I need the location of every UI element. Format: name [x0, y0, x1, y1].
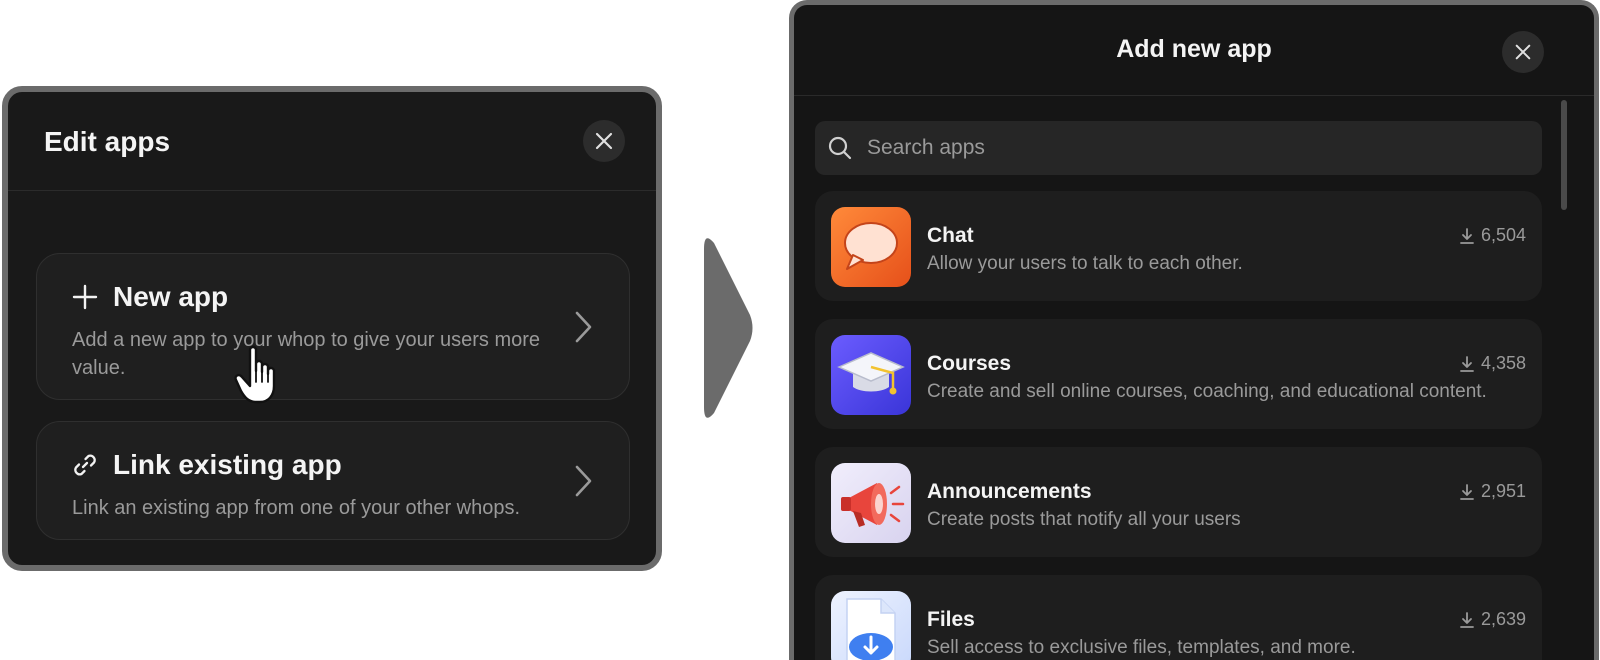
add-new-app-close-button[interactable]: [1502, 31, 1544, 73]
app-description: Create posts that notify all your users: [927, 509, 1241, 530]
plus-icon: [71, 283, 99, 311]
chevron-right-icon: [575, 311, 592, 342]
chat-bubble-icon: [831, 207, 911, 287]
download-count: 6,504: [1460, 225, 1526, 246]
link-app-title: Link existing app: [113, 449, 342, 480]
graduation-cap-icon: [831, 335, 911, 415]
edit-apps-header: Edit apps: [8, 92, 656, 191]
download-count: 2,639: [1460, 609, 1526, 630]
app-name: Courses: [927, 352, 1012, 375]
app-description: Allow your users to talk to each other.: [927, 253, 1243, 274]
search-box[interactable]: [815, 121, 1542, 175]
edit-apps-close-button[interactable]: [583, 120, 625, 162]
app-description: Sell access to exclusive files, template…: [927, 637, 1356, 658]
app-description: Create and sell online courses, coaching…: [927, 381, 1487, 402]
app-card-chat[interactable]: Chat Allow your users to talk to each ot…: [815, 191, 1542, 301]
megaphone-icon: [831, 463, 911, 543]
download-count: 2,951: [1460, 481, 1526, 502]
download-count: 4,358: [1460, 353, 1526, 374]
close-icon: [1515, 44, 1531, 60]
app-card-announcements[interactable]: Announcements Create posts that notify a…: [815, 447, 1542, 557]
download-icon: [1460, 483, 1474, 500]
download-count-value: 4,358: [1480, 353, 1526, 373]
close-icon: [595, 132, 613, 150]
edit-apps-title: Edit apps: [44, 126, 171, 157]
link-app-description: Link an existing app from one of your ot…: [72, 497, 521, 519]
chevron-right-icon: [575, 465, 592, 496]
download-icon: [1460, 355, 1474, 372]
new-app-title: New app: [113, 281, 229, 312]
new-app-option[interactable]: New app Add a new app to your whop to gi…: [36, 253, 630, 400]
cloud-download-icon: [831, 591, 911, 660]
search-icon: [828, 136, 852, 160]
app-card-courses[interactable]: Courses Create and sell online courses, …: [815, 319, 1542, 429]
search-input[interactable]: [865, 135, 1542, 161]
flow-arrow-icon: [704, 238, 753, 418]
download-count-value: 2,639: [1480, 609, 1526, 629]
app-name: Chat: [927, 224, 974, 247]
add-new-app-header: Add new app: [794, 5, 1594, 96]
hand-cursor-icon: [234, 345, 276, 404]
edit-apps-modal: Edit apps New app Add a new app to your …: [2, 86, 662, 571]
add-new-app-modal: Add new app Search apps Chat Allow your …: [789, 0, 1599, 660]
scrollbar-thumb[interactable]: [1561, 100, 1567, 210]
app-name: Files: [927, 608, 975, 631]
download-count-value: 2,951: [1480, 481, 1526, 501]
app-name: Announcements: [927, 480, 1092, 503]
link-existing-app-option[interactable]: Link existing app Link an existing app f…: [36, 421, 630, 540]
download-icon: [1460, 611, 1474, 628]
link-icon: [71, 451, 99, 479]
link-app-title-row: Link existing app: [71, 449, 342, 481]
download-count-value: 6,504: [1480, 225, 1526, 245]
app-card-files[interactable]: Files Sell access to exclusive files, te…: [815, 575, 1542, 660]
new-app-description: Add a new app to your whop to give your …: [72, 329, 541, 379]
add-new-app-title: Add new app: [1116, 35, 1272, 63]
new-app-title-row: New app: [71, 281, 228, 313]
download-icon: [1460, 227, 1474, 244]
